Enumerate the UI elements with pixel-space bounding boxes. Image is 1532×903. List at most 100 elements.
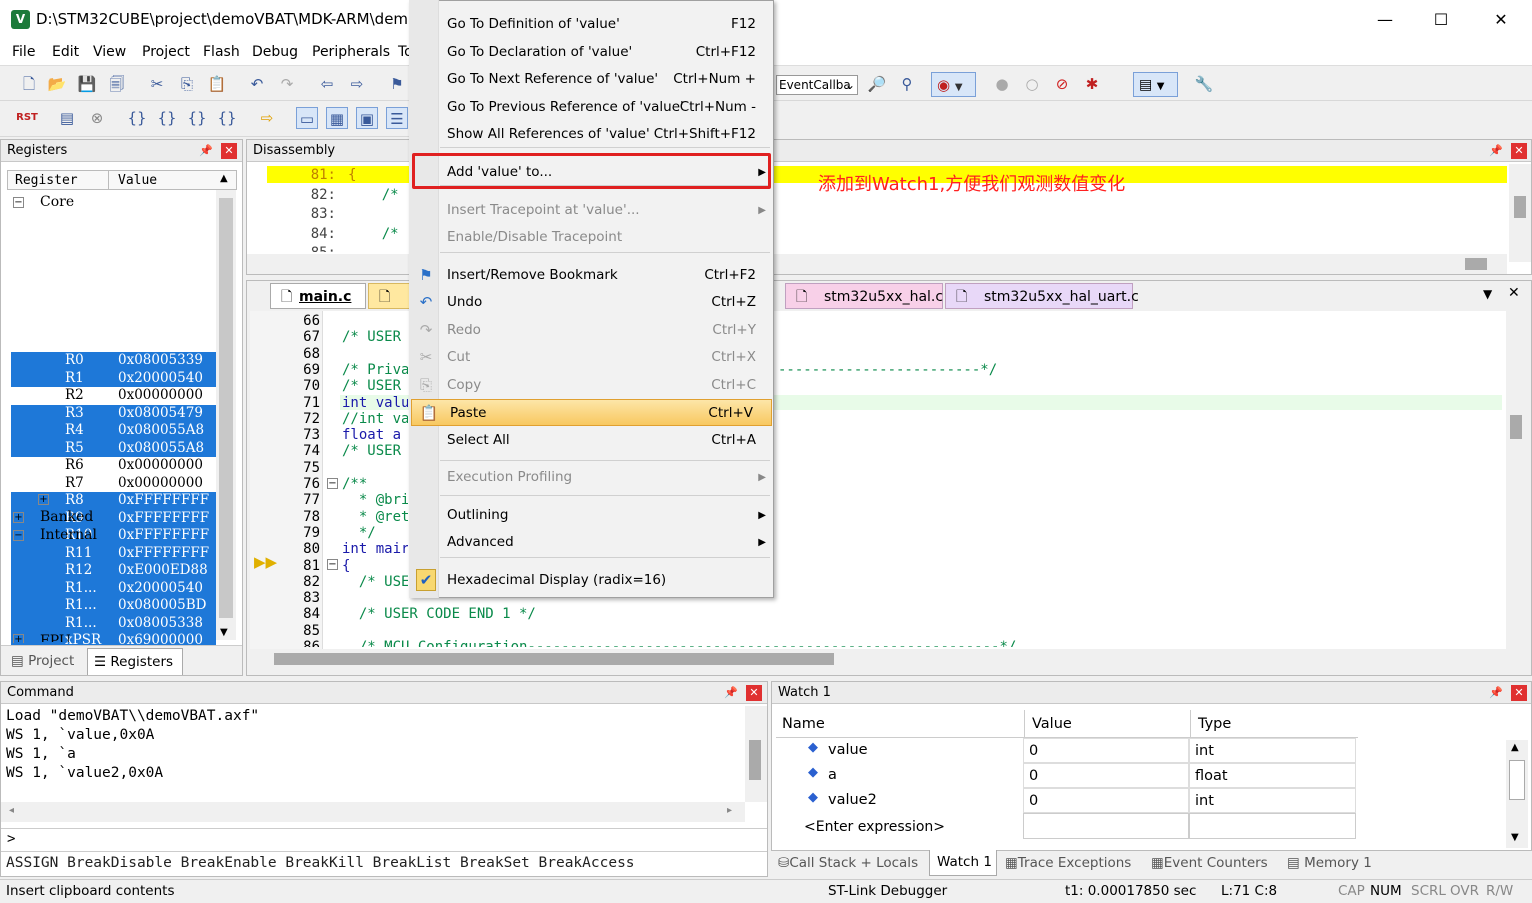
register-row[interactable]: R7 0x00000000 bbox=[11, 475, 216, 493]
tab-trace-exceptions[interactable]: ▦Trace Exceptions bbox=[1005, 851, 1145, 875]
enter-expression[interactable]: <Enter expression> bbox=[804, 819, 945, 835]
register-row[interactable]: R12 0xE000ED88 bbox=[11, 562, 216, 580]
tree-banked[interactable]: Banked bbox=[40, 509, 93, 525]
collapse-icon[interactable]: − bbox=[13, 530, 24, 541]
tab-watch-1[interactable]: Watch 1 bbox=[929, 850, 997, 876]
code-line[interactable]: 84 /* USER CODE END 1 */ bbox=[250, 606, 1510, 622]
expand-icon[interactable]: + bbox=[13, 512, 24, 523]
tab-memory-1[interactable]: ▤ Memory 1 bbox=[1287, 851, 1377, 875]
editor-vscroll[interactable] bbox=[1506, 311, 1528, 649]
watch-row[interactable]: ◆ value 0 int bbox=[776, 738, 1506, 763]
breakpoint-enable-icon[interactable]: ○ bbox=[1021, 73, 1043, 95]
menu-peripherals[interactable]: Peripherals bbox=[312, 44, 390, 60]
show-next-statement-icon[interactable]: ⇨ bbox=[256, 107, 278, 129]
scroll-down-icon[interactable]: ▼ bbox=[1511, 832, 1519, 843]
command-vscroll[interactable] bbox=[745, 706, 767, 802]
register-row[interactable]: R1... 0x08005338 bbox=[11, 614, 216, 632]
scrollbar-thumb[interactable] bbox=[1465, 258, 1487, 270]
code-line[interactable]: 85 bbox=[250, 623, 1510, 639]
pin-icon[interactable]: 📌 bbox=[1489, 144, 1503, 158]
watch-row[interactable]: ◆ value2 0 int bbox=[776, 788, 1506, 813]
reset-cpu-icon[interactable]: RST bbox=[16, 107, 38, 129]
registers-window-icon[interactable]: ☰ bbox=[386, 107, 408, 129]
tab-project[interactable]: ▤ Project bbox=[5, 649, 83, 673]
tab-event-counters[interactable]: ▦Event Counters bbox=[1151, 851, 1281, 875]
tab-stm32u5xx-hal-c[interactable]: 🗋 stm32u5xx_hal.c bbox=[785, 283, 943, 309]
register-row[interactable]: R5 0x080055A8 bbox=[11, 439, 216, 457]
menu-enable-disable-tracepoint[interactable]: Enable/Disable Tracepoint bbox=[409, 224, 774, 251]
code-line[interactable]: 86 /* MCU Configuration-----------------… bbox=[250, 639, 1510, 647]
close-window-button[interactable]: ✕ bbox=[1478, 6, 1524, 34]
breakpoint-kill-all-icon[interactable]: ✱ bbox=[1081, 73, 1103, 95]
command-window-icon[interactable]: ▭ bbox=[296, 107, 318, 129]
tab-stm32u5xx-hal-uart-c[interactable]: 🗋 stm32u5xx_hal_uart.c bbox=[945, 283, 1139, 309]
nav-back-icon[interactable]: ⇦ bbox=[316, 73, 338, 95]
copy-icon[interactable]: ⎘ bbox=[176, 73, 198, 95]
tree-core[interactable]: Core bbox=[40, 194, 74, 210]
open-file-icon[interactable]: 📂 bbox=[46, 73, 68, 95]
incremental-find-icon[interactable]: ⚲ bbox=[896, 73, 918, 95]
stop-icon[interactable]: ⊗ bbox=[86, 107, 108, 129]
paste-icon[interactable]: 📋 bbox=[206, 73, 228, 95]
symbols-window-icon[interactable]: ▣ bbox=[356, 107, 378, 129]
expand-icon[interactable]: + bbox=[38, 494, 49, 505]
tab-file[interactable]: 🗋 bbox=[368, 283, 410, 309]
menu-undo[interactable]: ↶ Undo Ctrl+Z bbox=[409, 289, 774, 316]
menu-insert-tracepoint[interactable]: Insert Tracepoint at 'value'... ▶ bbox=[409, 197, 774, 224]
menu-go-to-declaration[interactable]: Go To Declaration of 'value' Ctrl+F12 bbox=[409, 39, 774, 66]
menu-go-to-previous-reference[interactable]: Go To Previous Reference of 'value' Ctrl+… bbox=[409, 94, 774, 121]
disassembly-line[interactable]: 82: /* U bbox=[266, 186, 408, 205]
close-icon[interactable]: ✕ bbox=[1511, 685, 1527, 701]
new-file-icon[interactable]: 🗋 bbox=[18, 73, 40, 95]
register-row[interactable]: R1 0x20000540 bbox=[11, 369, 216, 387]
step-in-icon[interactable]: {} bbox=[126, 107, 148, 129]
register-row[interactable]: R1... 0x080005BD bbox=[11, 597, 216, 615]
run-icon[interactable]: ▤ bbox=[56, 107, 78, 129]
watch-vscroll[interactable]: ▲ ▼ bbox=[1506, 740, 1528, 848]
disassembly-window-icon[interactable]: ▦ bbox=[326, 107, 348, 129]
save-all-icon[interactable]: 🗐 bbox=[106, 73, 128, 95]
breakpoint-insert-icon[interactable]: ● bbox=[991, 73, 1013, 95]
menu-file[interactable]: File bbox=[12, 44, 35, 60]
disassembly-line[interactable]: 85: bbox=[266, 244, 408, 252]
disassembly-line[interactable]: 84: /* U bbox=[266, 225, 408, 244]
register-row[interactable]: R11 0xFFFFFFFF bbox=[11, 544, 216, 562]
scrollbar-thumb[interactable] bbox=[219, 198, 233, 618]
close-icon[interactable]: ✕ bbox=[746, 685, 762, 701]
disassembly-line[interactable]: 83: bbox=[266, 205, 408, 224]
minimize-button[interactable]: — bbox=[1362, 6, 1408, 34]
scrollbar-thumb[interactable] bbox=[749, 740, 761, 780]
tab-call-stack[interactable]: ⛁Call Stack + Locals bbox=[778, 851, 923, 875]
disassembly-vscroll[interactable] bbox=[1509, 164, 1531, 262]
scroll-down-icon[interactable]: ▼ bbox=[220, 627, 228, 638]
scrollbar-thumb[interactable] bbox=[274, 653, 834, 665]
step-over-icon[interactable]: {} bbox=[156, 107, 178, 129]
run-to-cursor-icon[interactable]: {} bbox=[216, 107, 238, 129]
register-row[interactable]: R3 0x08005479 bbox=[11, 404, 216, 422]
menu-copy[interactable]: ⎘ Copy Ctrl+C bbox=[409, 372, 774, 399]
command-hscroll[interactable]: ◂ ▸ bbox=[1, 802, 745, 822]
scroll-up-icon[interactable]: ▲ bbox=[1511, 742, 1519, 753]
menu-outlining[interactable]: Outlining ▶ bbox=[409, 502, 774, 529]
menu-insert-remove-bookmark[interactable]: ⚑ Insert/Remove Bookmark Ctrl+F2 bbox=[409, 262, 774, 289]
tree-fpu[interactable]: FPU bbox=[40, 632, 71, 642]
menu-show-all-references[interactable]: Show All References of 'value' Ctrl+Shift… bbox=[409, 121, 774, 148]
save-icon[interactable]: 💾 bbox=[76, 73, 98, 95]
menu-select-all[interactable]: Select All Ctrl+A bbox=[409, 427, 774, 454]
menu-cut[interactable]: ✂ Cut Ctrl+X bbox=[409, 344, 774, 371]
find-in-files-icon[interactable]: 🔎 bbox=[866, 73, 888, 95]
tab-list-dropdown-icon[interactable]: ▼ bbox=[1483, 287, 1492, 301]
cut-icon[interactable]: ✂ bbox=[146, 73, 168, 95]
watch-row[interactable]: ◆ a 0 float bbox=[776, 763, 1506, 788]
scroll-left-icon[interactable]: ◂ bbox=[9, 805, 14, 816]
menu-debug[interactable]: Debug bbox=[252, 44, 298, 60]
watch-value-cell[interactable]: 0 bbox=[1023, 788, 1189, 813]
scrollbar-thumb[interactable] bbox=[1510, 415, 1522, 439]
register-row[interactable]: R1... 0x20000540 bbox=[11, 579, 216, 597]
scroll-right-icon[interactable]: ▸ bbox=[727, 805, 732, 816]
close-icon[interactable]: ✕ bbox=[221, 143, 237, 159]
menu-hexadecimal-display[interactable]: ✔ Hexadecimal Display (radix=16) bbox=[409, 567, 774, 594]
register-row[interactable]: R0 0x08005339 bbox=[11, 352, 216, 370]
redo-icon[interactable]: ↷ bbox=[276, 73, 298, 95]
nav-forward-icon[interactable]: ⇨ bbox=[346, 73, 368, 95]
